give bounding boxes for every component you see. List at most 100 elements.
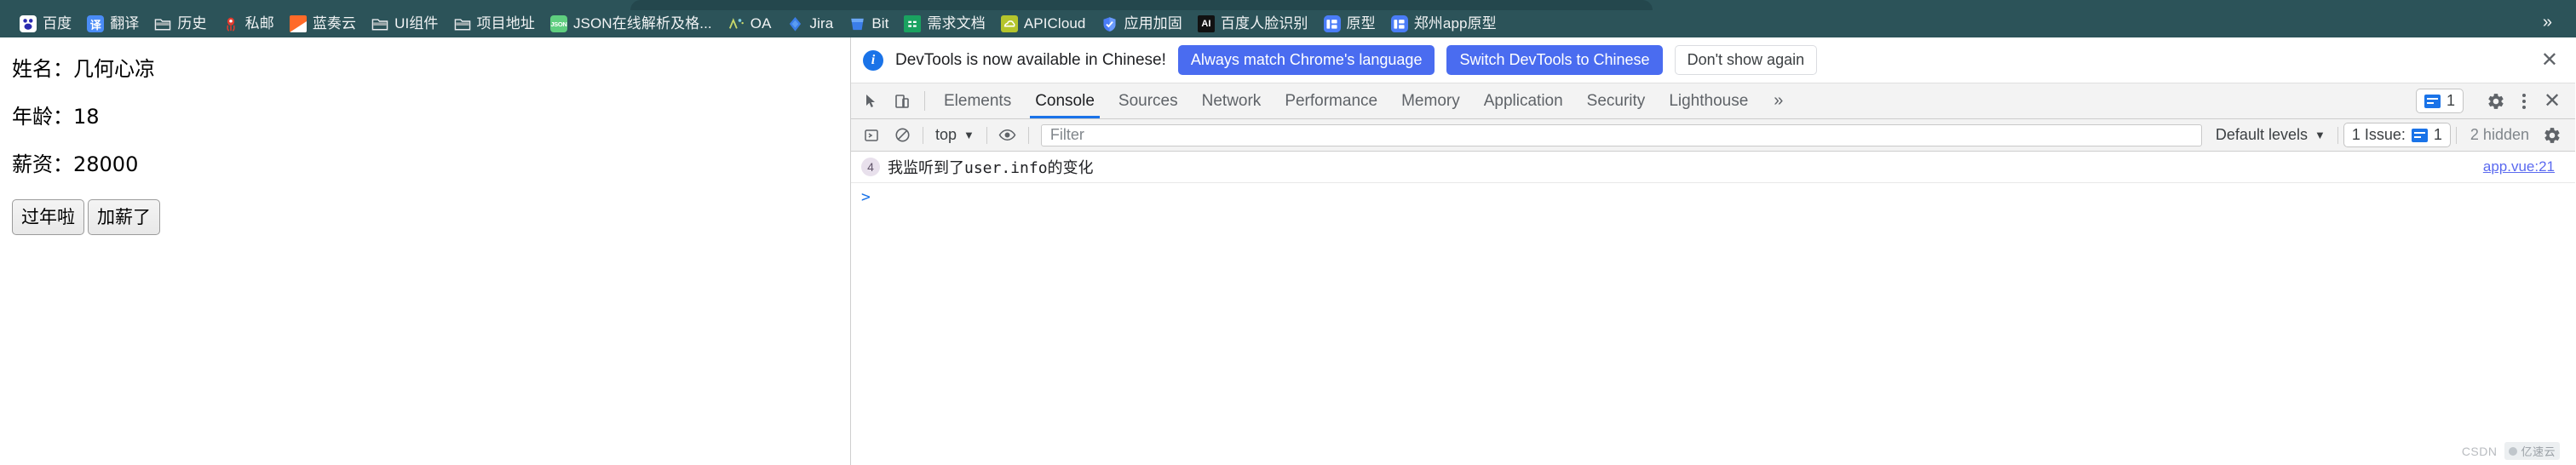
bookmark-item[interactable]: 郑州app原型: [1383, 12, 1504, 36]
issues-button[interactable]: 1: [2415, 89, 2464, 113]
tab-console[interactable]: Console: [1023, 83, 1107, 118]
toolbar-divider: [2455, 126, 2457, 144]
bookmark-item[interactable]: Bit: [841, 12, 896, 36]
devtools-panel: i DevTools is now available in Chinese! …: [851, 37, 2575, 465]
tab-network[interactable]: Network: [1190, 83, 1274, 118]
console-issues-button[interactable]: 1 Issue: 1: [2343, 123, 2451, 147]
baidu-icon: [20, 15, 37, 32]
console-message-row: 4 我监听到了user.info的变化 app.vue:21: [851, 152, 2575, 183]
tab-security[interactable]: Security: [1575, 83, 1658, 118]
message-badge-icon: [2424, 94, 2441, 108]
console-filter-toolbar: top ▼ Default levels ▼ 1 Issue: 1: [851, 119, 2575, 152]
bookmark-item[interactable]: 应用加固: [1093, 12, 1189, 36]
watermark: CSDN 亿速云: [2462, 442, 2560, 460]
bookmark-item[interactable]: 历史: [147, 12, 214, 36]
bookmark-label: Jira: [809, 15, 834, 32]
toolbar-divider: [986, 126, 987, 144]
tab-lighthouse[interactable]: Lighthouse: [1657, 83, 1760, 118]
close-icon[interactable]: ✕: [2538, 89, 2567, 113]
bookmark-label: OA: [750, 15, 772, 32]
bookmark-item[interactable]: 需求文档: [896, 12, 992, 36]
console-message-source-link[interactable]: app.vue:21: [2483, 158, 2567, 175]
bookmark-item[interactable]: UI组件: [364, 12, 446, 36]
bookmark-label: 蓝奏云: [312, 15, 357, 32]
prototype-icon: [1390, 15, 1408, 32]
tab-application[interactable]: Application: [1472, 83, 1575, 118]
raise-salary-button[interactable]: 加薪了: [88, 199, 160, 235]
message-badge-icon: [2411, 128, 2428, 142]
bookmark-item[interactable]: 译翻译: [79, 12, 147, 36]
bookmark-label: 需求文档: [927, 15, 986, 32]
console-message-text: 我监听到了user.info的变化: [888, 159, 1094, 177]
console-settings-gear-icon[interactable]: [2538, 121, 2567, 150]
bookmark-item[interactable]: 百度: [12, 12, 79, 36]
field-name: 姓名：几何心凉: [12, 57, 155, 81]
translate-icon: 译: [87, 15, 105, 32]
inspect-element-icon[interactable]: [856, 83, 887, 118]
folder-icon: [454, 15, 471, 32]
bookmark-overflow-button[interactable]: »: [2531, 14, 2564, 33]
bookmark-label: Bit: [871, 15, 889, 32]
new-year-button[interactable]: 过年啦: [12, 199, 84, 235]
dont-show-again-button[interactable]: Don't show again: [1674, 45, 1818, 75]
execution-context-selector[interactable]: top ▼: [929, 126, 981, 144]
log-level-label: Default levels: [2215, 126, 2308, 143]
chevron-down-icon: ▼: [963, 129, 975, 141]
issues-count: 1: [2446, 92, 2455, 109]
banner-close-icon[interactable]: ✕: [2538, 49, 2562, 70]
tab-sources[interactable]: Sources: [1107, 83, 1190, 118]
eye-icon[interactable]: [992, 126, 1023, 144]
watermark-dot-icon: [2509, 446, 2518, 456]
console-sidebar-icon[interactable]: [856, 128, 887, 143]
bookmark-item[interactable]: JSON JSON在线解析及格...: [543, 12, 720, 36]
bookmark-label: 百度: [43, 15, 72, 32]
tab-performance[interactable]: Performance: [1273, 83, 1389, 118]
tab-overflow-button[interactable]: »: [1760, 83, 1797, 118]
hidden-messages-count: 2 hidden: [2470, 126, 2529, 143]
bookmark-label: UI组件: [394, 15, 439, 32]
console-filter-input[interactable]: [1040, 123, 2202, 146]
tab-memory[interactable]: Memory: [1389, 83, 1472, 118]
devtools-language-banner: i DevTools is now available in Chinese! …: [851, 37, 2575, 83]
console-input-prompt[interactable]: >: [851, 183, 2575, 211]
bookmark-label: 项目地址: [476, 15, 535, 32]
log-level-selector[interactable]: Default levels ▼: [2209, 126, 2332, 144]
tab-elements[interactable]: Elements: [932, 83, 1023, 118]
bookmark-label: 翻译: [110, 15, 140, 32]
page-area: 姓名：几何心凉 年龄：18 薪资：28000 过年啦 加薪了 i DevTool…: [0, 37, 2576, 465]
issue-label: 1 Issue:: [2351, 126, 2406, 143]
execution-context-label: top: [935, 126, 957, 143]
bookmark-label: APICloud: [1023, 15, 1086, 32]
kebab-menu-icon[interactable]: [2512, 93, 2536, 109]
bookmark-item[interactable]: 蓝奏云: [282, 12, 364, 36]
shield-icon: [1101, 15, 1118, 32]
switch-devtools-to-chinese-button[interactable]: Switch DevTools to Chinese: [1446, 45, 1663, 75]
bookmark-item[interactable]: 原型: [1316, 12, 1383, 36]
bookmark-label: 应用加固: [1124, 15, 1182, 32]
page-buttons: 过年啦 加薪了: [12, 199, 850, 235]
folder-icon: [371, 15, 388, 32]
bookmark-item[interactable]: AI 百度人脸识别: [1190, 12, 1316, 36]
gear-icon[interactable]: [2481, 87, 2510, 116]
bookmark-label: 历史: [177, 15, 207, 32]
prompt-caret-icon: >: [861, 188, 871, 206]
device-toolbar-icon[interactable]: [887, 83, 917, 118]
bookmark-item[interactable]: Jira: [779, 12, 842, 36]
console-output: 4 我监听到了user.info的变化 app.vue:21 >: [851, 152, 2575, 465]
bookmark-item[interactable]: OA: [720, 12, 779, 36]
bookmark-item[interactable]: 项目地址: [446, 12, 543, 36]
doc-icon: [904, 15, 922, 32]
always-match-language-button[interactable]: Always match Chrome's language: [1177, 45, 1435, 75]
bookmark-label: 百度人脸识别: [1220, 15, 1308, 32]
bit-icon: [848, 15, 865, 32]
devtools-tabbar-actions: 1 ✕: [2415, 83, 2575, 118]
ai-icon: AI: [1197, 15, 1215, 32]
bookmark-item[interactable]: APICloud: [993, 12, 1094, 36]
bookmark-item[interactable]: 私邮: [215, 12, 282, 36]
json-icon: JSON: [549, 15, 567, 32]
field-salary: 薪资：28000: [12, 152, 139, 176]
field-age: 年龄：18: [12, 105, 100, 129]
watermark-chip-label: 亿速云: [2521, 445, 2556, 458]
toolbar-divider: [2337, 126, 2338, 144]
clear-console-icon[interactable]: [887, 127, 917, 143]
